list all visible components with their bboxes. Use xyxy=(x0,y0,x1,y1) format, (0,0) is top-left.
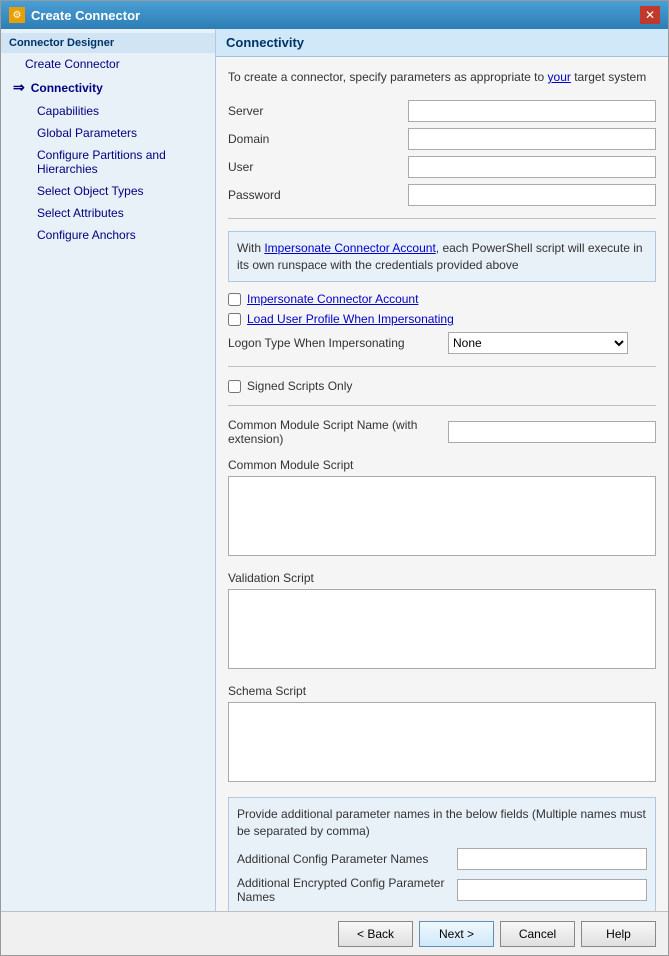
additional-config-input[interactable] xyxy=(457,848,647,870)
back-button[interactable]: < Back xyxy=(338,921,413,947)
sidebar-item-create-connector[interactable]: Create Connector xyxy=(1,53,215,75)
server-row: Server xyxy=(228,100,656,122)
additional-params-section: Provide additional parameter names in th… xyxy=(228,797,656,911)
additional-config-row: Additional Config Parameter Names xyxy=(237,848,647,870)
sidebar: Connector Designer Create Connector Conn… xyxy=(1,29,216,911)
sidebar-item-configure-partitions[interactable]: Configure Partitions and Hierarchies xyxy=(1,144,215,180)
main-panel: Connectivity To create a connector, spec… xyxy=(216,29,668,911)
logon-type-select[interactable]: None Interactive Network Batch Service N… xyxy=(448,332,628,354)
app-icon: ⚙ xyxy=(9,7,25,23)
help-button[interactable]: Help xyxy=(581,921,656,947)
schema-script-label: Schema Script xyxy=(228,684,656,698)
signed-scripts-label: Signed Scripts Only xyxy=(247,379,352,393)
close-button[interactable]: ✕ xyxy=(640,6,660,24)
info-text: To create a connector, specify parameter… xyxy=(228,69,656,86)
footer: < Back Next > Cancel Help xyxy=(1,911,668,955)
additional-encrypted-input[interactable] xyxy=(457,879,647,901)
signed-scripts-checkbox[interactable] xyxy=(228,380,241,393)
load-user-profile-label[interactable]: Load User Profile When Impersonating xyxy=(247,312,454,326)
impersonate-checkbox-row: Impersonate Connector Account xyxy=(228,292,656,306)
schema-script-section: Schema Script xyxy=(228,684,656,785)
load-user-profile-row: Load User Profile When Impersonating xyxy=(228,312,656,326)
password-label: Password xyxy=(228,188,408,202)
validation-script-section: Validation Script xyxy=(228,571,656,672)
password-input[interactable] xyxy=(408,184,656,206)
user-input[interactable] xyxy=(408,156,656,178)
impersonate-label[interactable]: Impersonate Connector Account xyxy=(247,292,418,306)
domain-label: Domain xyxy=(228,132,408,146)
common-module-script-section: Common Module Script xyxy=(228,458,656,559)
common-module-script-label: Common Module Script xyxy=(228,458,656,472)
load-user-profile-checkbox[interactable] xyxy=(228,313,241,326)
additional-params-info: Provide additional parameter names in th… xyxy=(237,806,647,840)
schema-script-textarea[interactable] xyxy=(228,702,656,782)
sidebar-item-connectivity[interactable]: Connectivity xyxy=(1,75,215,100)
impersonate-info-box: With Impersonate Connector Account, each… xyxy=(228,231,656,283)
title-bar-left: ⚙ Create Connector xyxy=(9,7,140,23)
user-label: User xyxy=(228,160,408,174)
validation-script-textarea[interactable] xyxy=(228,589,656,669)
common-module-script-name-label: Common Module Script Name (with extensio… xyxy=(228,418,448,446)
domain-input[interactable] xyxy=(408,128,656,150)
sidebar-item-configure-anchors[interactable]: Configure Anchors xyxy=(1,224,215,246)
signed-scripts-row: Signed Scripts Only xyxy=(228,379,656,393)
user-row: User xyxy=(228,156,656,178)
additional-encrypted-row: Additional Encrypted Config Parameter Na… xyxy=(237,876,647,904)
sidebar-section-title: Connector Designer xyxy=(1,33,215,53)
panel-header: Connectivity xyxy=(216,29,668,57)
server-input[interactable] xyxy=(408,100,656,122)
sidebar-item-select-object-types[interactable]: Select Object Types xyxy=(1,180,215,202)
content-area: Connector Designer Create Connector Conn… xyxy=(1,29,668,911)
logon-type-label: Logon Type When Impersonating xyxy=(228,336,448,350)
panel-content: To create a connector, specify parameter… xyxy=(216,57,668,911)
additional-encrypted-label: Additional Encrypted Config Parameter Na… xyxy=(237,876,457,904)
sidebar-item-global-parameters[interactable]: Global Parameters xyxy=(1,122,215,144)
logon-type-row: Logon Type When Impersonating None Inter… xyxy=(228,332,656,354)
domain-row: Domain xyxy=(228,128,656,150)
next-button[interactable]: Next > xyxy=(419,921,494,947)
cancel-button[interactable]: Cancel xyxy=(500,921,575,947)
server-label: Server xyxy=(228,104,408,118)
sidebar-item-capabilities[interactable]: Capabilities xyxy=(1,100,215,122)
main-window: ⚙ Create Connector ✕ Connector Designer … xyxy=(0,0,669,956)
window-title: Create Connector xyxy=(31,8,140,23)
impersonate-checkbox[interactable] xyxy=(228,293,241,306)
additional-config-label: Additional Config Parameter Names xyxy=(237,852,457,866)
common-module-script-textarea[interactable] xyxy=(228,476,656,556)
common-module-script-name-section: Common Module Script Name (with extensio… xyxy=(228,418,656,446)
common-module-script-name-input[interactable] xyxy=(448,421,656,443)
title-bar: ⚙ Create Connector ✕ xyxy=(1,1,668,29)
sidebar-item-select-attributes[interactable]: Select Attributes xyxy=(1,202,215,224)
password-row: Password xyxy=(228,184,656,206)
common-module-script-name-row: Common Module Script Name (with extensio… xyxy=(228,418,656,446)
validation-script-label: Validation Script xyxy=(228,571,656,585)
